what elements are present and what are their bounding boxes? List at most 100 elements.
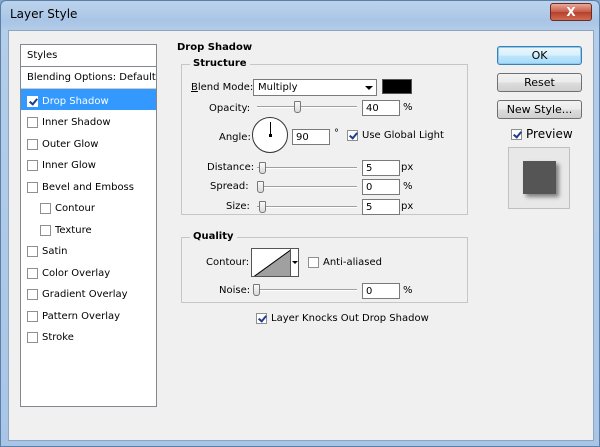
spread-slider[interactable]: [257, 181, 357, 193]
styles-item-bevel-and-emboss[interactable]: Bevel and Emboss: [21, 175, 156, 197]
reset-button[interactable]: Reset: [497, 73, 582, 92]
styles-item-label: Satin: [42, 246, 68, 258]
distance-label: Distance:: [207, 162, 255, 173]
title-bar[interactable]: Layer Style X: [1, 1, 599, 29]
styles-item-label: Inner Shadow: [42, 117, 111, 129]
preview-label: Preview: [526, 127, 573, 141]
styles-item-pattern-overlay[interactable]: Pattern Overlay: [21, 304, 156, 326]
styles-item-label: Texture: [55, 224, 92, 236]
anti-aliased-checkbox[interactable]: [308, 257, 319, 268]
styles-item-label: Color Overlay: [42, 267, 111, 279]
size-field[interactable]: 5: [362, 199, 400, 215]
styles-item-inner-shadow[interactable]: Inner Shadow: [21, 110, 156, 132]
distance-slider-thumb[interactable]: [259, 162, 266, 174]
opacity-field[interactable]: 40: [362, 100, 400, 116]
styles-item-checkbox[interactable]: [27, 117, 38, 129]
size-slider-thumb[interactable]: [259, 201, 266, 213]
distance-unit: px: [401, 162, 414, 173]
ok-button[interactable]: OK: [497, 46, 582, 65]
blend-mode-select[interactable]: Multiply: [253, 79, 377, 96]
styles-item-label: Contour: [55, 203, 95, 215]
preview-thumbnail: [508, 147, 570, 209]
contour-label: Contour:: [206, 257, 250, 268]
distance-field[interactable]: 5: [362, 160, 400, 176]
distance-slider[interactable]: [257, 162, 357, 174]
noise-field[interactable]: 0: [362, 283, 400, 299]
opacity-slider[interactable]: [257, 101, 357, 113]
contour-curve-icon: [253, 249, 290, 276]
styles-item-checkbox[interactable]: [27, 138, 38, 150]
preview-shape: [523, 161, 556, 194]
quality-heading: Quality: [190, 231, 237, 242]
knockout-checkbox-row[interactable]: Layer Knocks Out Drop Shadow: [256, 313, 429, 324]
preview-checkbox-row[interactable]: Preview: [511, 127, 573, 141]
drop-shadow-heading: Drop Shadow: [177, 42, 253, 53]
structure-heading: Structure: [190, 58, 250, 69]
styles-item-color-overlay[interactable]: Color Overlay: [21, 261, 156, 283]
styles-item-gradient-overlay[interactable]: Gradient Overlay: [21, 282, 156, 304]
noise-label: Noise:: [219, 285, 251, 296]
styles-item-blending-options-default[interactable]: Blending Options: Default: [21, 67, 156, 89]
styles-item-contour[interactable]: Contour: [21, 196, 156, 218]
use-global-light-checkbox[interactable]: [347, 130, 358, 141]
angle-dial[interactable]: [252, 117, 288, 153]
noise-slider[interactable]: [253, 284, 357, 296]
styles-item-checkbox[interactable]: [40, 203, 51, 215]
new-style-button[interactable]: New Style...: [497, 100, 582, 119]
styles-header[interactable]: Styles: [21, 45, 156, 67]
spread-slider-track: [257, 186, 357, 188]
styles-item-label: Inner Glow: [42, 160, 96, 172]
spread-field[interactable]: 0: [362, 179, 400, 195]
styles-item-checkbox[interactable]: [27, 181, 38, 193]
opacity-slider-track: [257, 106, 357, 108]
spread-slider-thumb[interactable]: [257, 181, 264, 193]
knockout-checkbox[interactable]: [256, 313, 267, 324]
styles-item-label: Blending Options: Default: [27, 71, 156, 83]
shadow-color-swatch[interactable]: [382, 79, 412, 94]
styles-item-checkbox[interactable]: [27, 289, 38, 301]
styles-item-checkbox[interactable]: [27, 332, 38, 344]
dialog-body: Styles Blending Options: Default Drop Sha…: [8, 30, 594, 441]
preview-checkbox[interactable]: [511, 128, 522, 140]
styles-item-label: Bevel and Emboss: [42, 181, 134, 193]
window-title: Layer Style: [10, 7, 78, 21]
noise-slider-track: [253, 289, 357, 291]
size-slider-track: [257, 206, 357, 208]
styles-item-label: Gradient Overlay: [42, 289, 128, 301]
use-global-light-checkbox-row[interactable]: Use Global Light: [347, 130, 444, 141]
styles-item-checkbox[interactable]: [27, 246, 38, 258]
contour-dropdown-arrow[interactable]: [291, 248, 299, 277]
size-label: Size:: [226, 201, 250, 212]
styles-item-label: Drop Shadow: [42, 95, 109, 107]
angle-label: Angle:: [219, 132, 251, 143]
close-button[interactable]: X: [550, 3, 592, 21]
styles-item-checkbox[interactable]: [27, 160, 38, 172]
distance-slider-track: [257, 167, 357, 169]
anti-aliased-checkbox-row[interactable]: Anti-aliased: [308, 257, 382, 268]
angle-field[interactable]: 90: [292, 129, 330, 145]
size-slider[interactable]: [257, 201, 357, 213]
styles-item-inner-glow[interactable]: Inner Glow: [21, 153, 156, 175]
size-unit: px: [401, 201, 414, 212]
opacity-slider-thumb[interactable]: [294, 101, 301, 113]
styles-item-drop-shadow[interactable]: Drop Shadow: [21, 88, 156, 110]
styles-item-checkbox[interactable]: [40, 224, 51, 236]
styles-item-label: Outer Glow: [42, 138, 99, 150]
styles-item-checkbox[interactable]: [27, 310, 38, 322]
noise-slider-thumb[interactable]: [253, 284, 260, 296]
anti-aliased-label: Anti-aliased: [323, 257, 383, 268]
angle-dial-center: [269, 134, 272, 137]
opacity-label: Opacity:: [209, 103, 251, 114]
styles-item-texture[interactable]: Texture: [21, 218, 156, 240]
contour-picker[interactable]: [251, 248, 291, 277]
layer-style-window: Layer Style X Styles Blending Options: D…: [0, 0, 600, 447]
blend-mode-value: Multiply: [258, 82, 298, 93]
styles-item-checkbox[interactable]: [27, 95, 38, 107]
chevron-down-icon: [365, 86, 373, 90]
styles-item-checkbox[interactable]: [27, 267, 38, 279]
styles-item-label: Stroke: [42, 332, 74, 344]
styles-item-satin[interactable]: Satin: [21, 239, 156, 261]
styles-item-outer-glow[interactable]: Outer Glow: [21, 132, 156, 154]
styles-item-label: Pattern Overlay: [42, 310, 121, 322]
styles-item-stroke[interactable]: Stroke: [21, 325, 156, 347]
